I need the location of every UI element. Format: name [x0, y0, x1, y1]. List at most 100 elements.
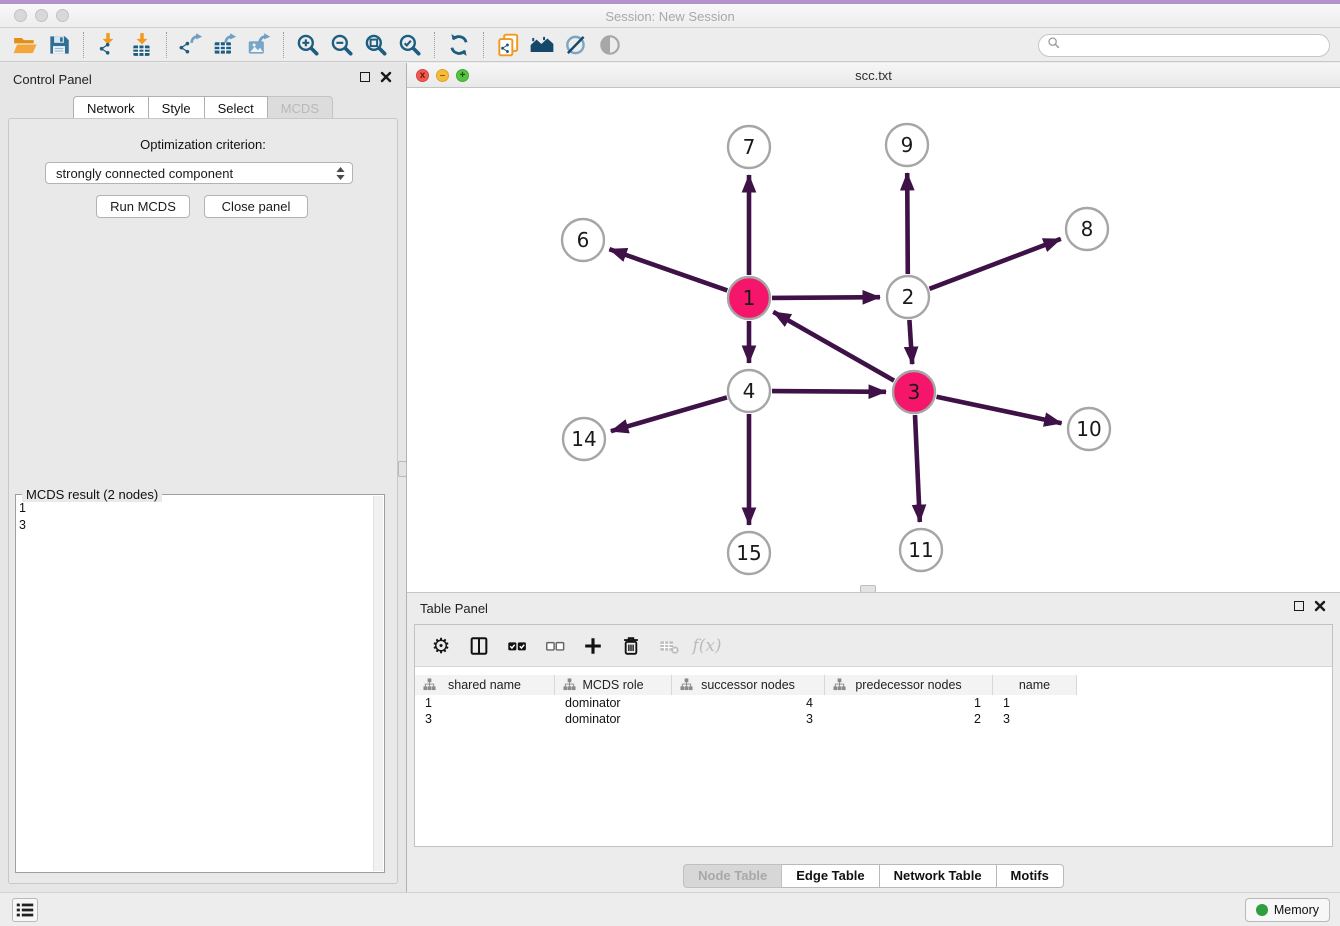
table-tabs: Node TableEdge TableNetwork TableMotifs — [407, 864, 1340, 888]
task-history-button[interactable] — [12, 898, 38, 922]
column-header-MCDS-role[interactable]: MCDS role — [555, 675, 672, 695]
memory-button[interactable]: Memory — [1245, 898, 1330, 922]
svg-text:1: 1 — [743, 286, 756, 310]
session-title: Session: New Session — [0, 9, 1340, 24]
node-11[interactable]: 11 — [900, 529, 942, 571]
zoom-in-icon[interactable] — [291, 30, 325, 60]
mcds-result-text[interactable]: 1 3 — [19, 500, 372, 869]
zoom-out-icon[interactable] — [325, 30, 359, 60]
run-mcds-button[interactable]: Run MCDS — [96, 195, 190, 218]
import-network-icon[interactable] — [91, 30, 125, 60]
cell-MCDS-role: dominator — [555, 696, 672, 712]
toolbar-separator — [483, 32, 484, 58]
node-14[interactable]: 14 — [563, 418, 605, 460]
table-row[interactable]: 1dominator411 — [415, 696, 1077, 712]
svg-text:7: 7 — [743, 135, 756, 159]
tab-network-table[interactable]: Network Table — [880, 864, 997, 888]
node-8[interactable]: 8 — [1066, 208, 1108, 250]
edge-2-9[interactable] — [907, 173, 908, 274]
node-6[interactable]: 6 — [562, 219, 604, 261]
save-session-icon[interactable] — [42, 30, 76, 60]
table-row[interactable]: 3dominator323 — [415, 712, 1077, 728]
svg-text:11: 11 — [908, 538, 933, 562]
tab-edge-table[interactable]: Edge Table — [782, 864, 879, 888]
svg-text:6: 6 — [577, 228, 590, 252]
column-header-name[interactable]: name — [993, 675, 1077, 695]
close-table-panel-icon[interactable] — [1314, 600, 1326, 612]
delete-table-icon — [653, 630, 685, 662]
import-table-icon[interactable] — [125, 30, 159, 60]
node-1[interactable]: 1 — [728, 277, 770, 319]
edge-4-3[interactable] — [772, 391, 886, 392]
tab-node-table[interactable]: Node Table — [683, 864, 782, 888]
column-header-predecessor-nodes[interactable]: predecessor nodes — [825, 675, 993, 695]
column-header-shared-name[interactable]: shared name — [415, 675, 555, 695]
svg-text:14: 14 — [571, 427, 596, 451]
settings-icon[interactable]: ⚙ — [425, 630, 457, 662]
style-toggle-icon[interactable] — [559, 30, 593, 60]
result-scrollbar[interactable] — [373, 496, 383, 871]
search-icon — [1047, 36, 1061, 55]
mcds-panel: Optimization criterion: strongly connect… — [8, 118, 398, 884]
node-10[interactable]: 10 — [1068, 408, 1110, 450]
zoom-selected-icon[interactable] — [393, 30, 427, 60]
criterion-dropdown[interactable]: strongly connected component — [45, 162, 353, 184]
delete-row-icon[interactable] — [615, 630, 647, 662]
export-network-icon[interactable] — [174, 30, 208, 60]
cell-predecessor-nodes: 2 — [825, 712, 993, 728]
cell-shared-name: 1 — [415, 696, 555, 712]
node-4[interactable]: 4 — [728, 370, 770, 412]
edge-1-6[interactable] — [609, 249, 727, 290]
node-9[interactable]: 9 — [886, 124, 928, 166]
cell-name: 3 — [993, 712, 1077, 728]
home-icon[interactable] — [525, 30, 559, 60]
search-input[interactable] — [1061, 37, 1329, 55]
svg-text:15: 15 — [736, 541, 761, 565]
dropdown-stepper-icon — [335, 166, 346, 181]
edge-1-2[interactable] — [772, 297, 880, 298]
node-3[interactable]: 3 — [893, 371, 935, 413]
vertical-splitter-grip[interactable] — [398, 461, 407, 477]
open-file-icon[interactable] — [8, 30, 42, 60]
deselect-all-icon[interactable] — [539, 630, 571, 662]
network-window-titlebar[interactable]: x – + scc.txt — [407, 63, 1340, 88]
zoom-fit-icon[interactable] — [359, 30, 393, 60]
table-header-row: shared nameMCDS rolesuccessor nodesprede… — [415, 675, 1077, 695]
edge-2-8[interactable] — [930, 239, 1061, 289]
node-15[interactable]: 15 — [728, 532, 770, 574]
columns-icon[interactable] — [463, 630, 495, 662]
edge-3-1[interactable] — [773, 312, 894, 381]
select-all-icon[interactable] — [501, 630, 533, 662]
add-row-icon[interactable] — [577, 630, 609, 662]
toolbar-separator — [166, 32, 167, 58]
toolbar-separator — [434, 32, 435, 58]
column-header-successor-nodes[interactable]: successor nodes — [672, 675, 825, 695]
cell-shared-name: 3 — [415, 712, 555, 728]
clone-network-icon[interactable] — [491, 30, 525, 60]
table-panel: Table Panel ⚙f(x) shared nameMCDS rolesu… — [407, 592, 1340, 892]
export-table-icon[interactable] — [208, 30, 242, 60]
cell-name: 1 — [993, 696, 1077, 712]
edge-2-3[interactable] — [909, 320, 912, 364]
search-field[interactable] — [1038, 34, 1330, 57]
svg-text:3: 3 — [908, 380, 921, 404]
close-panel-button[interactable]: Close panel — [204, 195, 308, 218]
cell-successor-nodes: 3 — [672, 712, 825, 728]
refresh-icon[interactable] — [442, 30, 476, 60]
memory-label: Memory — [1274, 903, 1319, 917]
edge-4-14[interactable] — [611, 397, 727, 431]
network-canvas[interactable]: 7 9 6 8 1 2 4 3 14 10 15 11 — [407, 89, 1340, 592]
node-7[interactable]: 7 — [728, 126, 770, 168]
tab-motifs[interactable]: Motifs — [997, 864, 1064, 888]
application-window: Session: New Session Control Panel Netwo… — [0, 0, 1340, 926]
main-titlebar: Session: New Session — [0, 4, 1340, 28]
export-image-icon[interactable] — [242, 30, 276, 60]
float-table-panel-icon[interactable] — [1294, 601, 1304, 611]
node-2[interactable]: 2 — [887, 276, 929, 318]
edge-3-10[interactable] — [937, 397, 1062, 423]
float-panel-icon[interactable] — [360, 72, 370, 82]
toolbar-separator — [83, 32, 84, 58]
edge-3-11[interactable] — [915, 415, 920, 522]
eye-icon[interactable] — [593, 30, 627, 60]
close-panel-icon[interactable] — [380, 71, 392, 83]
